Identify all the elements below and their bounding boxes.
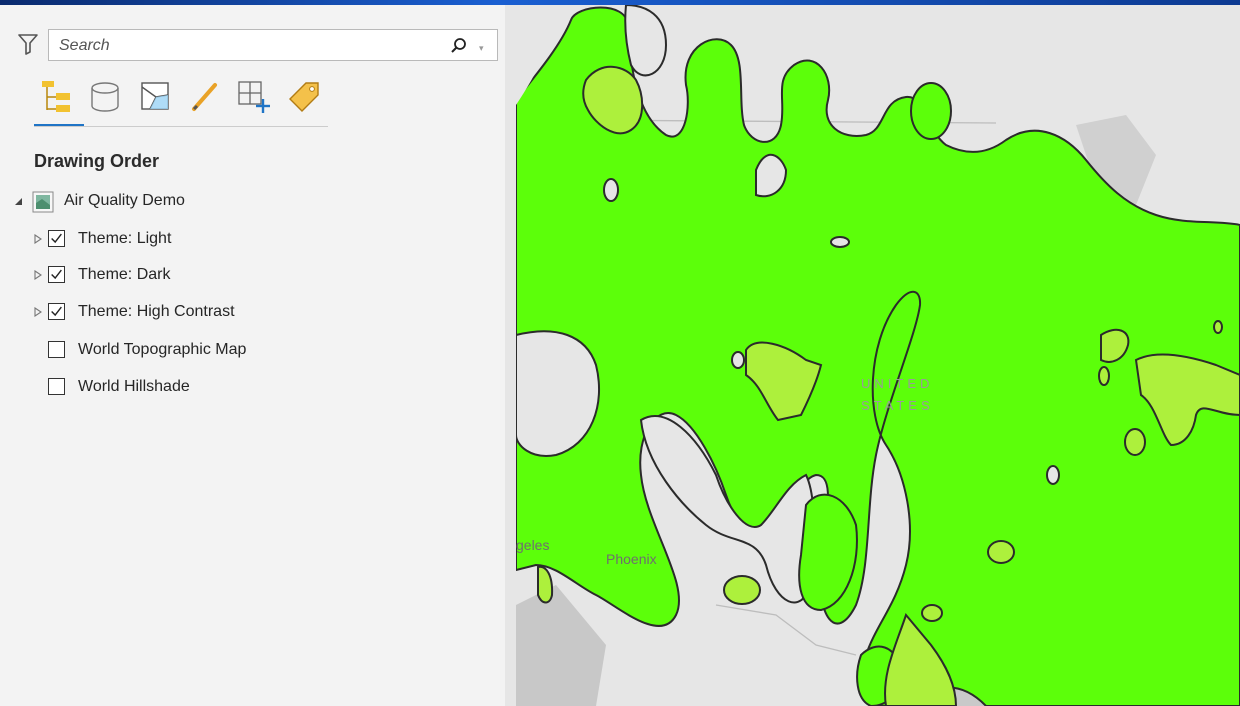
tree-map-label: Air Quality Demo [64, 192, 185, 209]
city-label-los-angeles: geles [516, 537, 550, 553]
layer-label: World Hillshade [78, 378, 190, 395]
map-icon [32, 191, 54, 213]
map-view[interactable]: geles Phoenix UNITED STATES [516, 5, 1240, 706]
layer-item-theme-light[interactable]: Theme: Light [34, 228, 474, 252]
aqi-moderate-region [1213, 320, 1223, 334]
toolbar-divider [34, 126, 328, 127]
aqi-gap [731, 351, 745, 369]
section-title: Drawing Order [34, 151, 160, 171]
aqi-gap [603, 178, 619, 202]
layer-item-world-topographic-map[interactable]: World Topographic Map [34, 339, 474, 363]
collapse-arrow-icon[interactable] [14, 197, 23, 206]
checkmark-icon [51, 233, 62, 244]
expand-arrow-icon[interactable] [34, 307, 42, 317]
tree-map-item[interactable]: Air Quality Demo [14, 190, 474, 214]
aqi-moderate-region [921, 604, 943, 622]
search-field[interactable]: ▾ [48, 29, 498, 61]
aqi-moderate-region [723, 575, 761, 605]
layer-item-theme-dark[interactable]: Theme: Dark [34, 264, 474, 288]
contents-pane: ▾ [0, 5, 506, 706]
data-source-icon[interactable] [86, 77, 124, 117]
aqi-gap [1046, 465, 1060, 485]
search-input[interactable] [57, 35, 441, 57]
editing-icon[interactable] [186, 77, 224, 117]
search-icon[interactable] [450, 37, 468, 55]
aqi-good-region [910, 82, 952, 140]
chevron-down-icon[interactable]: ▾ [479, 43, 484, 54]
aqi-gap [830, 236, 850, 248]
aqi-moderate-region [987, 540, 1015, 564]
filter-icon[interactable] [18, 33, 38, 55]
checkmark-icon [51, 269, 62, 280]
expand-arrow-icon[interactable] [34, 234, 42, 244]
layer-visibility-checkbox[interactable] [48, 230, 65, 247]
country-label: UNITED STATES [861, 376, 934, 413]
checkmark-icon [51, 306, 62, 317]
drawing-order-icon[interactable] [38, 77, 76, 117]
layer-item-theme-high-contrast[interactable]: Theme: High Contrast [34, 301, 474, 325]
aqi-moderate-region [1098, 366, 1110, 386]
layer-label: Theme: Dark [78, 266, 171, 283]
contents-toolbar [34, 77, 328, 127]
layer-label: Theme: High Contrast [78, 303, 235, 320]
layer-label: Theme: Light [78, 230, 172, 247]
city-label-phoenix: Phoenix [606, 551, 657, 567]
layer-visibility-checkbox[interactable] [48, 378, 65, 395]
layer-item-world-hillshade[interactable]: World Hillshade [34, 376, 474, 400]
layer-visibility-checkbox[interactable] [48, 266, 65, 283]
map-canvas[interactable] [516, 5, 1240, 706]
layer-visibility-checkbox[interactable] [48, 303, 65, 320]
expand-arrow-icon[interactable] [34, 270, 42, 280]
labeling-icon[interactable] [284, 77, 322, 117]
layer-visibility-checkbox[interactable] [48, 341, 65, 358]
selection-icon[interactable] [136, 77, 174, 117]
aqi-moderate-region [1124, 428, 1146, 456]
layer-label: World Topographic Map [78, 341, 247, 358]
snapping-icon[interactable] [234, 77, 272, 117]
